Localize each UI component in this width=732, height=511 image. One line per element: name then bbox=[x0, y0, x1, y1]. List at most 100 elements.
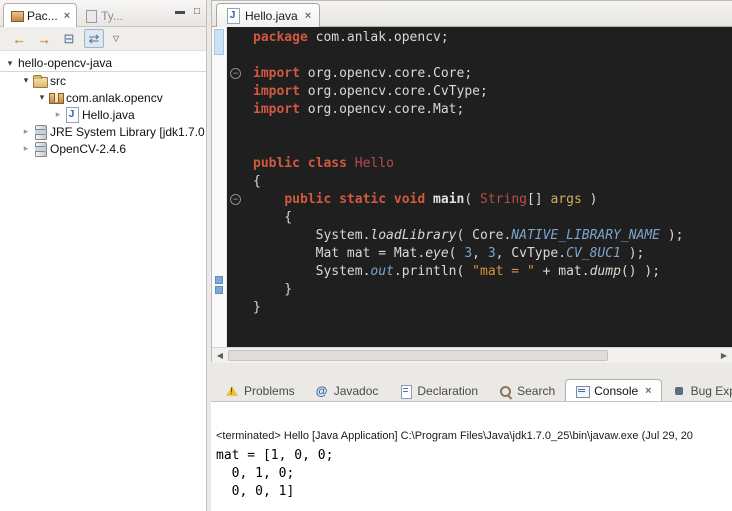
source-folder-icon bbox=[32, 73, 48, 88]
search-icon bbox=[498, 384, 513, 399]
console-tab-label: Search bbox=[517, 384, 555, 398]
tree-item-hello-java[interactable]: ▸ Hello.java bbox=[0, 106, 206, 123]
link-with-editor-icon[interactable]: ⇄ bbox=[84, 29, 104, 48]
java-file-icon bbox=[64, 107, 80, 122]
code-line: public static void main( String[] args ) bbox=[253, 191, 732, 209]
editor-tab-hello-java[interactable]: Hello.java × bbox=[216, 3, 320, 27]
maximize-icon[interactable]: □ bbox=[194, 5, 200, 19]
collapse-arrow-icon[interactable]: ▾ bbox=[4, 58, 16, 69]
console-tab-javadoc[interactable]: Javadoc bbox=[305, 379, 389, 402]
view-tab-label: Ty... bbox=[101, 9, 123, 23]
code-line: System.out.println( "mat = " + mat.dump(… bbox=[253, 263, 732, 281]
bug-icon bbox=[672, 384, 687, 399]
tree-item-hello-opencv-java[interactable]: ▾hello-opencv-java bbox=[0, 55, 206, 72]
tree-item-label: OpenCV-2.4.6 bbox=[50, 142, 126, 156]
collapse-arrow-icon[interactable]: ▾ bbox=[20, 75, 32, 86]
console-tab-bug-explorer[interactable]: Bug Explorer bbox=[662, 379, 732, 402]
console-output[interactable]: mat = [1, 0, 0; 0, 1, 0; 0, 0, 1] bbox=[216, 447, 732, 501]
expand-arrow-icon[interactable]: ▸ bbox=[52, 109, 64, 120]
fold-column: −− bbox=[227, 27, 245, 347]
console-tab-label: Console bbox=[594, 384, 638, 398]
console-view: Problems Javadoc Declaration Search Console ×… bbox=[211, 375, 732, 511]
code-line: } bbox=[253, 299, 732, 317]
ruler-occurrence-mark bbox=[215, 276, 223, 284]
code-line: import org.opencv.core.CvType; bbox=[253, 83, 732, 101]
view-tab-label: Pac... bbox=[27, 9, 58, 23]
console-tab-label: Declaration bbox=[417, 384, 478, 398]
minimize-icon[interactable]: ▬ bbox=[175, 5, 185, 19]
close-icon[interactable]: × bbox=[645, 385, 651, 397]
console-tab-label: Javadoc bbox=[334, 384, 379, 398]
code-area[interactable]: package com.anlak.opencv; import org.ope… bbox=[245, 27, 732, 347]
library-icon bbox=[32, 124, 48, 139]
editor-horizontal-scrollbar[interactable]: ◀ ▶ bbox=[212, 347, 732, 363]
scroll-left-icon[interactable]: ◀ bbox=[212, 351, 228, 360]
scrollbar-thumb[interactable] bbox=[228, 350, 608, 361]
fold-collapse-icon[interactable]: − bbox=[230, 68, 241, 79]
close-icon[interactable]: × bbox=[305, 10, 311, 22]
code-line bbox=[253, 119, 732, 137]
annotation-ruler[interactable] bbox=[212, 27, 227, 347]
editor-tab-strip: Hello.java × bbox=[212, 1, 732, 27]
explorer-toolbar: ← → ⊟ ⇄ ▽ bbox=[0, 27, 206, 51]
code-line bbox=[253, 47, 732, 65]
view-menu-icon[interactable]: ▽ bbox=[109, 29, 123, 48]
ruler-occurrence-mark bbox=[215, 286, 223, 294]
scroll-right-icon[interactable]: ▶ bbox=[716, 351, 732, 360]
code-line: } bbox=[253, 281, 732, 299]
fold-collapse-icon[interactable]: − bbox=[230, 194, 241, 205]
console-content: <terminated> Hello [Java Application] C:… bbox=[211, 402, 732, 511]
console-tab-declaration[interactable]: Declaration bbox=[388, 379, 488, 402]
editor-area: Hello.java × −− package com.anlak.opencv… bbox=[211, 0, 732, 362]
console-icon bbox=[575, 384, 590, 399]
console-tab-problems[interactable]: Problems bbox=[215, 379, 305, 402]
console-header: <terminated> Hello [Java Application] C:… bbox=[216, 430, 732, 442]
code-line bbox=[253, 137, 732, 155]
package-tree[interactable]: ▾hello-opencv-java▾src▾com.anlak.opencv▸… bbox=[0, 51, 206, 511]
java-file-icon bbox=[225, 8, 241, 23]
tree-item-label: JRE System Library [jdk1.7.0 bbox=[50, 125, 205, 139]
tree-item-src[interactable]: ▾ src bbox=[0, 72, 206, 89]
code-line: System.loadLibrary( Core.NATIVE_LIBRARY_… bbox=[253, 227, 732, 245]
tree-item-label: hello-opencv-java bbox=[18, 56, 112, 70]
console-tab-search[interactable]: Search bbox=[488, 379, 565, 402]
tree-item-label: Hello.java bbox=[82, 108, 135, 122]
explorer-tab-row: Pac... × Ty... ▬ □ bbox=[0, 0, 206, 27]
editor-tab-label: Hello.java bbox=[245, 9, 298, 23]
eclipse-window: Pac...×Ty... ▬ □ ←→⊟⇄▽ ▾hello-opencv-jav… bbox=[0, 0, 732, 511]
console-tab-row: Problems Javadoc Declaration Search Console ×… bbox=[211, 375, 732, 402]
javadoc-icon bbox=[315, 384, 330, 399]
tree-item-label: src bbox=[50, 74, 66, 88]
explorer-tabs: Pac... × Ty... bbox=[0, 0, 130, 26]
code-line: { bbox=[253, 173, 732, 191]
console-output-line: 0, 0, 1] bbox=[216, 483, 732, 501]
console-output-line: 0, 1, 0; bbox=[216, 465, 732, 483]
editor-body: −− package com.anlak.opencv; import org.… bbox=[212, 27, 732, 347]
expand-arrow-icon[interactable]: ▸ bbox=[20, 143, 32, 154]
code-line: package com.anlak.opencv; bbox=[253, 29, 732, 47]
console-tab-label: Bug Explorer bbox=[691, 384, 732, 398]
tree-item-label: com.anlak.opencv bbox=[66, 91, 163, 105]
console-tab-console[interactable]: Console × bbox=[565, 379, 661, 402]
code-line: public class Hello bbox=[253, 155, 732, 173]
view-tab-pac[interactable]: Pac... × bbox=[3, 3, 77, 27]
pane-buttons: ▬ □ bbox=[175, 5, 200, 19]
problems-icon bbox=[225, 384, 240, 399]
close-icon[interactable]: × bbox=[64, 10, 70, 22]
collapse-all-icon[interactable]: ⊟ bbox=[59, 29, 79, 48]
back-arrow-icon[interactable]: ← bbox=[9, 29, 29, 48]
ruler-selection-mark bbox=[214, 29, 224, 55]
library-icon bbox=[32, 141, 48, 156]
code-line: { bbox=[253, 209, 732, 227]
code-line: import org.opencv.core.Mat; bbox=[253, 101, 732, 119]
code-line: Mat mat = Mat.eye( 3, 3, CvType.CV_8UC1 … bbox=[253, 245, 732, 263]
view-tab-ty[interactable]: Ty... bbox=[77, 3, 130, 27]
console-output-line: mat = [1, 0, 0; bbox=[216, 447, 732, 465]
expand-arrow-icon[interactable]: ▸ bbox=[20, 126, 32, 137]
package-explorer-icon bbox=[10, 9, 24, 23]
tree-item-jre-system-library-jdk1-7-0[interactable]: ▸ JRE System Library [jdk1.7.0 bbox=[0, 123, 206, 140]
tree-item-opencv-2-4-6[interactable]: ▸ OpenCV-2.4.6 bbox=[0, 140, 206, 157]
tree-item-com-anlak-opencv[interactable]: ▾ com.anlak.opencv bbox=[0, 89, 206, 106]
forward-arrow-icon[interactable]: → bbox=[34, 29, 54, 48]
collapse-arrow-icon[interactable]: ▾ bbox=[36, 92, 48, 103]
